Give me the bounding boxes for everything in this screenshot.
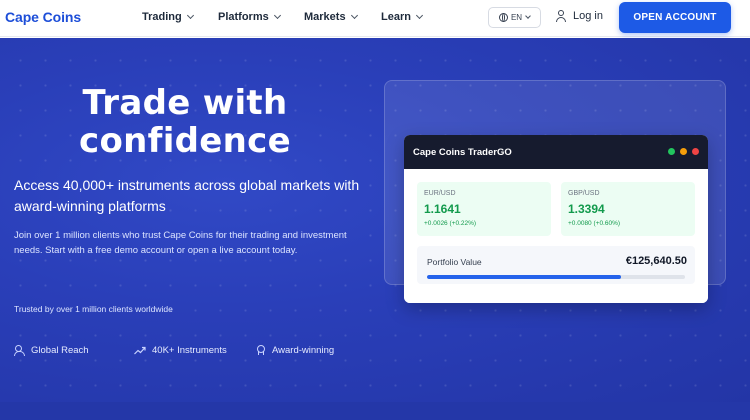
nav-item-label: Markets [304, 11, 346, 23]
quote-price: 1.1641 [424, 202, 461, 216]
feature-instruments: 40K+ Instruments [134, 345, 227, 356]
widget-titlebar: Cape Coins TraderGO [404, 135, 708, 169]
trend-up-icon [134, 346, 146, 355]
open-account-button[interactable]: OPEN ACCOUNT [619, 2, 731, 33]
headline-line: Trade with [82, 83, 288, 123]
status-dot-red [692, 148, 699, 155]
chevron-down-icon [186, 11, 194, 20]
language-selector[interactable]: EN [488, 7, 541, 28]
section-divider [0, 402, 750, 420]
brand-logo[interactable]: Cape Coins [5, 9, 81, 25]
login-label: Log in [573, 10, 603, 22]
nav-item-label: Trading [142, 11, 182, 23]
feature-label: Award-winning [272, 345, 335, 356]
nav-item-markets[interactable]: Markets [304, 11, 358, 23]
nav-item-label: Platforms [218, 11, 269, 23]
portfolio-progress-fill [427, 275, 621, 279]
widget-title: Cape Coins TraderGO [413, 146, 512, 158]
quote-change: +0.0080 (+0.60%) [568, 220, 621, 227]
widget-body: EUR/USD 1.1641 +0.0026 (+0.22%) GBP/USD … [404, 169, 708, 303]
trust-statement: Trusted by over 1 million clients worldw… [14, 304, 173, 314]
hero-headline: Trade with confidence [0, 84, 370, 160]
top-navigation: Cape Coins Trading Platforms Markets Lea… [0, 0, 750, 37]
portfolio-value: €125,640.50 [625, 255, 687, 267]
quote-card-eurusd: EUR/USD 1.1641 +0.0026 (+0.22%) [417, 182, 551, 236]
headline-line: confidence [79, 121, 291, 161]
feature-label: 40K+ Instruments [152, 345, 227, 356]
status-dot-green [668, 148, 675, 155]
portfolio-label: Portfolio Value [427, 257, 482, 267]
quote-pair: GBP/USD [568, 190, 600, 197]
quote-price: 1.3394 [568, 202, 605, 216]
nav-item-trading[interactable]: Trading [142, 11, 194, 23]
globe-icon [498, 13, 508, 22]
portfolio-summary: Portfolio Value €125,640.50 [417, 246, 695, 284]
feature-label: Global Reach [31, 345, 89, 356]
quote-card-gbpusd: GBP/USD 1.3394 +0.0080 (+0.60%) [561, 182, 695, 236]
nav-item-label: Learn [381, 11, 411, 23]
user-icon [556, 10, 566, 22]
feature-award-winning: Award-winning [255, 345, 334, 356]
quote-change: +0.0026 (+0.22%) [424, 220, 477, 227]
feature-global-reach: Global Reach [14, 345, 89, 356]
users-icon [14, 345, 25, 356]
status-dot-orange [680, 148, 687, 155]
chevron-down-icon [415, 11, 424, 20]
nav-item-learn[interactable]: Learn [381, 11, 424, 23]
chevron-down-icon [273, 11, 281, 20]
hero-description: Join over 1 million clients who trust Ca… [14, 230, 347, 256]
quote-pair: EUR/USD [424, 190, 456, 197]
award-icon [255, 345, 266, 356]
chevron-down-icon [350, 11, 358, 20]
hero-subheading: Access 40,000+ instruments across global… [14, 177, 360, 214]
chevron-down-icon [525, 13, 531, 19]
trader-widget: Cape Coins TraderGO EUR/USD 1.1641 +0.00… [404, 135, 708, 303]
login-link[interactable]: Log in [556, 10, 603, 22]
language-label: EN [510, 13, 523, 22]
portfolio-progress-track [427, 275, 685, 279]
nav-item-platforms[interactable]: Platforms [218, 11, 281, 23]
